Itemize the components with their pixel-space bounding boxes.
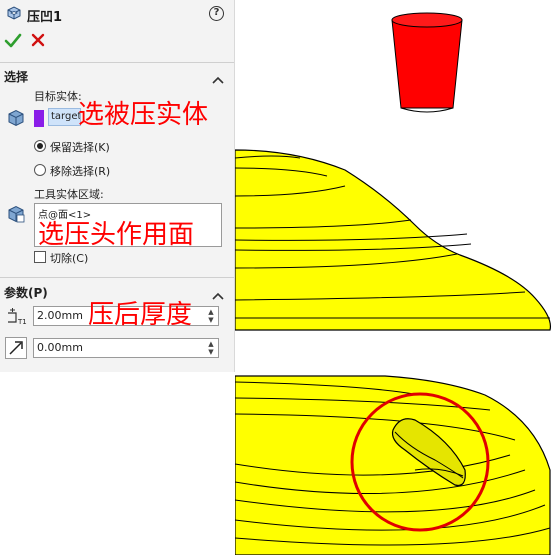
clearance-spinner[interactable]: ▲ ▼ [206, 340, 216, 356]
x-icon[interactable] [30, 32, 46, 52]
keep-selection-radio[interactable] [34, 140, 46, 152]
check-icon[interactable] [4, 32, 22, 54]
section-header-parameters[interactable]: 参数(P) [4, 284, 48, 301]
cut-label: 切除(C) [50, 252, 89, 265]
target-color-swatch [34, 110, 44, 127]
chevron-up-icon[interactable] [212, 286, 224, 305]
remove-selection-radio[interactable] [34, 164, 46, 176]
thickness-value: 2.00mm [37, 309, 83, 322]
target-body-list[interactable]: target [48, 108, 81, 126]
annotation-thickness-note: 压后厚度 [88, 300, 193, 330]
cut-checkbox[interactable] [34, 251, 46, 263]
body-cube-icon [6, 204, 26, 228]
chevron-up-icon[interactable] [212, 70, 224, 89]
indent-feature-icon [6, 5, 22, 25]
thickness-icon: T1 [6, 307, 28, 331]
pm-header: 压凹1 ? [0, 0, 234, 28]
svg-text:T1: T1 [17, 318, 27, 326]
arrow-diagonal-icon [9, 341, 23, 355]
keep-selection-label: 保留选择(K) [50, 141, 110, 154]
target-body-top-view[interactable] [234, 149, 552, 331]
divider [0, 277, 234, 278]
graphics-viewport[interactable] [234, 0, 555, 556]
page-title: 压凹1 [27, 10, 63, 25]
help-icon[interactable]: ? [209, 6, 224, 21]
tool-body-region-label: 工具实体区域: [34, 188, 104, 201]
clearance-direction-button[interactable] [5, 337, 27, 359]
divider [0, 62, 234, 63]
clearance-value: 0.00mm [37, 341, 83, 354]
target-body-result-view[interactable] [234, 375, 551, 556]
list-item[interactable]: target [51, 111, 80, 122]
target-body-label: 目标实体: [34, 90, 82, 103]
annotation-tool-note: 选压头作用面 [38, 220, 195, 250]
tool-body-cup[interactable] [391, 12, 463, 113]
remove-selection-label: 移除选择(R) [50, 165, 111, 178]
body-cube-icon [6, 108, 26, 132]
clearance-input[interactable]: 0.00mm ▲ ▼ [33, 338, 219, 358]
thickness-spinner[interactable]: ▲ ▼ [206, 308, 216, 324]
annotation-target-note: 选被压实体 [78, 100, 209, 130]
section-header-selection[interactable]: 选择 [4, 68, 28, 85]
